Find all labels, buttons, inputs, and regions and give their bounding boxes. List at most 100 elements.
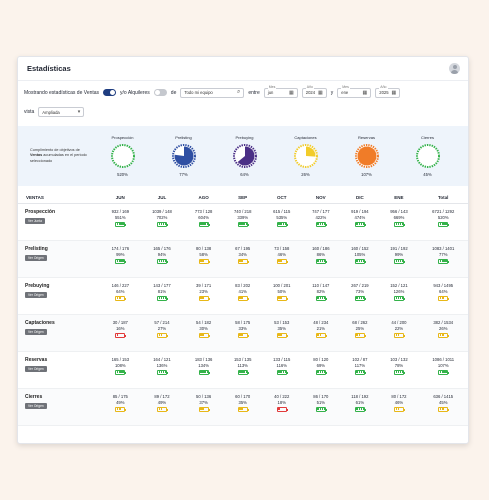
table-header-row: VENTAS JUN JUL AGO SEP OCT NOV DIC ENE Total (18, 192, 468, 204)
battery-icon (276, 221, 288, 227)
gauge-value: 520% (117, 172, 128, 177)
battery-icon (354, 221, 366, 227)
calendar-icon: ▦ (289, 89, 294, 96)
table-cell: 58 / 175 33% (223, 314, 263, 352)
battery-icon (198, 221, 210, 227)
battery-icon (276, 406, 288, 412)
table-cell: 382 / 1534 26% (418, 314, 468, 352)
table-cell: 60 / 170 35% (223, 388, 263, 426)
from-month-select[interactable]: Mes jun ▦ (263, 84, 298, 98)
from-year-label: Año (305, 84, 314, 89)
battery-icon (237, 295, 249, 301)
cell-percent: 117% (354, 362, 366, 368)
user-avatar-icon[interactable] (449, 63, 460, 74)
window-header: Estadísticas (18, 57, 468, 81)
battery-icon (354, 295, 366, 301)
table-cell: 110 / 147 82% (301, 277, 341, 315)
table-cell: 174 / 176 99% (100, 240, 140, 278)
view-origin-button[interactable]: Ver Origen (25, 402, 47, 409)
table-cell: 267 / 219 73% (340, 277, 380, 315)
show-label: Mostrando estadísticas de Ventas (24, 89, 100, 96)
table-cell: 85 / 175 49% (100, 388, 140, 426)
table-cell: 183 / 136 134% (184, 351, 224, 389)
table-cell: 80 / 120 69% (301, 351, 341, 389)
sales-toggle[interactable] (103, 89, 117, 96)
battery-icon (315, 258, 327, 264)
battery-icon (237, 258, 249, 264)
battery-icon (393, 221, 405, 227)
table-cell: 6721 / 1292 520% (418, 203, 468, 241)
to-year-label: Año (379, 84, 388, 89)
cell-percent: 99% (394, 251, 404, 257)
summary-caption: Cumplimiento de objetivos de Ventas acum… (18, 148, 92, 164)
team-select[interactable]: Todo mi equipo ⌕ (180, 87, 245, 98)
cell-percent: 669% (393, 214, 405, 220)
table-cell: 1039 / 148 702% (139, 203, 185, 241)
cell-percent: 22% (394, 325, 404, 331)
battery-icon (276, 295, 288, 301)
table-cell: 773 / 128 604% (184, 203, 224, 241)
view-origin-button[interactable]: Ver Origen (25, 254, 47, 261)
battery-icon (315, 295, 327, 301)
table-body: Prospección Ver Junta 932 / 169 551% 1039 / … (18, 203, 468, 426)
goal-gauge: Reservas 107% (343, 135, 391, 177)
table-cell: 102 / 87 117% (340, 351, 380, 389)
cell-percent: 107% (437, 362, 449, 368)
gauge-name: Prospección (111, 135, 134, 140)
to-year-select[interactable]: Año 2025 ▦ (375, 84, 401, 98)
gauge-ring (110, 144, 135, 168)
column-header: AGO (184, 192, 224, 204)
table-cell: 143 / 177 81% (139, 277, 185, 315)
view-origin-button[interactable]: Ver Origen (25, 328, 47, 335)
table-cell: 164 / 121 136% (139, 351, 185, 389)
row-label-cell: Prelisting Ver Origen (18, 240, 101, 278)
cell-percent: 535% (276, 214, 288, 220)
cell-percent: 77% (439, 251, 448, 257)
cell-percent: 126% (393, 288, 405, 294)
caption-bold: Ventas (30, 153, 43, 158)
cell-percent: 58% (199, 251, 208, 257)
battery-icon (115, 295, 127, 301)
cell-percent: 105% (354, 251, 366, 257)
from-year-select[interactable]: Año 2024 ▦ (301, 84, 327, 98)
goal-gauge: Cierres 45% (404, 135, 452, 177)
table-cell: 68 / 262 25% (340, 314, 380, 352)
view-value: Ampliada (42, 109, 60, 115)
cell-percent: 49% (157, 399, 167, 405)
battery-icon (156, 406, 168, 412)
battery-icon (115, 369, 127, 375)
battery-icon (393, 332, 405, 338)
cell-percent: 27% (157, 325, 167, 331)
cell-percent: 136% (156, 362, 168, 368)
row-label-cell: Captaciones Ver Origen (18, 314, 101, 352)
cell-percent: 116% (276, 362, 287, 368)
view-origin-button[interactable]: Ver Junta (25, 217, 45, 224)
table-row: Cierres Ver Origen 85 / 175 49% 89 / 172 49% 5… (18, 388, 468, 426)
to-month-select[interactable]: Mes ene ▦ (337, 84, 372, 98)
view-origin-button[interactable]: Ver Origen (25, 291, 47, 298)
rentals-toggle[interactable] (153, 89, 167, 96)
cell-percent: 551% (114, 214, 126, 220)
table-cell: 100 / 201 50% (262, 277, 302, 315)
row-name: Prebuying (25, 282, 50, 289)
filter-bar: Mostrando estadísticas de Ventas y/o Alq… (18, 81, 468, 104)
table-row: Captaciones Ver Origen 30 / 187 16% 57 / 214… (18, 314, 468, 352)
table-cell: 133 / 115 116% (262, 351, 302, 389)
caption-pre: Cumplimiento de objetivos de (30, 147, 80, 152)
from-year-value: 2024 (305, 90, 316, 95)
gauge-chart (232, 144, 257, 168)
battery-icon (156, 369, 168, 375)
from-month-label: Mes (267, 84, 277, 89)
table-cell: 1086 / 1011 107% (418, 351, 468, 389)
to-month-label: Mes (341, 84, 350, 89)
row-label-cell: Prebuying Ver Origen (18, 277, 101, 315)
battery-icon (438, 332, 450, 338)
y-label: y (330, 89, 334, 96)
battery-icon (115, 332, 127, 338)
battery-icon (354, 332, 366, 338)
cell-percent: 46% (394, 399, 404, 405)
battery-icon (115, 221, 127, 227)
table-cell: 48 / 234 21% (301, 314, 341, 352)
view-select[interactable]: Ampliada ▾ (38, 107, 85, 117)
view-origin-button[interactable]: Ver Origen (25, 365, 47, 372)
